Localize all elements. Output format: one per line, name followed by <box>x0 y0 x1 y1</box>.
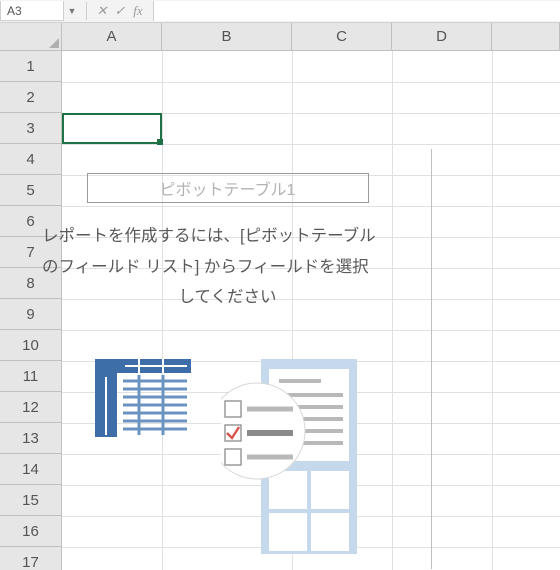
column-header[interactable] <box>492 23 560 51</box>
pivot-title-box[interactable]: ピボットテーブル1 <box>87 173 369 203</box>
row-header[interactable]: 1 <box>0 51 62 82</box>
name-box[interactable]: A3 <box>0 1 64 21</box>
spreadsheet-grid[interactable]: ABCD 1234567891011121314151617 ピボットテーブル1… <box>0 23 560 570</box>
column-header[interactable]: A <box>62 23 162 51</box>
field-list-icon <box>221 359 361 554</box>
divider <box>86 2 87 20</box>
pivot-hint-graphic <box>38 359 417 554</box>
row-header[interactable]: 2 <box>0 82 62 113</box>
column-header[interactable]: D <box>392 23 492 51</box>
table-icon <box>95 359 191 437</box>
pivot-hint-line: のフィールド リスト] からフィールドを選択 <box>42 258 369 276</box>
column-header[interactable]: B <box>162 23 292 51</box>
pivot-table-placeholder: ピボットテーブル1 レポートを作成するには、[ピボットテーブル のフィールド リ… <box>32 149 432 569</box>
pivot-hint-line: してください <box>42 282 413 313</box>
pivot-hint-line: レポートを作成するには、[ピボットテーブル <box>42 227 376 245</box>
pivot-hint-text: レポートを作成するには、[ピボットテーブル のフィールド リスト] からフィール… <box>38 221 417 313</box>
cancel-icon: ✕ <box>93 2 111 20</box>
enter-icon: ✓ <box>111 2 129 20</box>
formula-bar: A3 ▼ ✕ ✓ fx <box>0 0 560 23</box>
select-all-corner[interactable] <box>0 23 62 51</box>
row-header[interactable]: 3 <box>0 113 62 144</box>
formula-input[interactable] <box>153 1 560 21</box>
name-box-dropdown-icon[interactable]: ▼ <box>64 1 80 21</box>
column-header[interactable]: C <box>292 23 392 51</box>
fx-icon[interactable]: fx <box>129 2 147 20</box>
